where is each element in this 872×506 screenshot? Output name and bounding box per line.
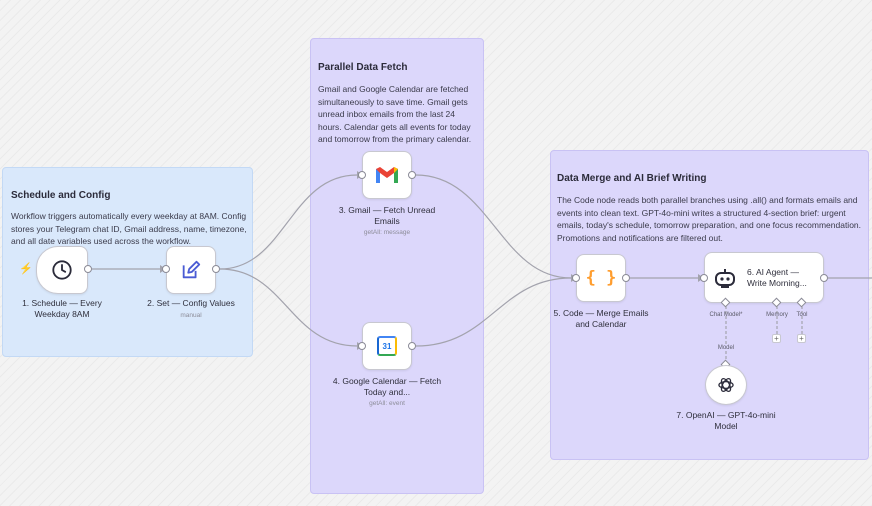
node-google-calendar[interactable]: 31 bbox=[362, 322, 412, 370]
model-edge-label: Model bbox=[708, 345, 744, 351]
node-sublabel: manual bbox=[180, 312, 202, 319]
add-memory-button[interactable]: + bbox=[772, 334, 781, 343]
node-code-merge[interactable]: { } bbox=[576, 254, 626, 302]
clock-icon bbox=[52, 260, 72, 280]
input-port[interactable] bbox=[700, 274, 708, 282]
trigger-bolt-icon: ⚡ bbox=[19, 263, 33, 275]
node-label: 6. AI Agent — Write Morning... bbox=[747, 266, 807, 288]
node-set-config[interactable] bbox=[166, 246, 216, 294]
output-port[interactable] bbox=[212, 265, 220, 273]
input-port[interactable] bbox=[358, 342, 366, 350]
output-port[interactable] bbox=[408, 342, 416, 350]
output-port[interactable] bbox=[622, 274, 630, 282]
output-port[interactable] bbox=[820, 274, 828, 282]
node-ai-agent[interactable]: 6. AI Agent — Write Morning... bbox=[704, 252, 824, 303]
chat-model-port-label: Chat Model* bbox=[709, 312, 743, 318]
node-label: 4. Google Calendar — Fetch Today and... bbox=[332, 376, 442, 397]
tool-port-label: Tool bbox=[796, 312, 808, 318]
node-gmail[interactable] bbox=[362, 151, 412, 199]
input-port[interactable] bbox=[358, 171, 366, 179]
output-port[interactable] bbox=[408, 171, 416, 179]
output-port[interactable] bbox=[84, 265, 92, 273]
node-openai-model[interactable] bbox=[705, 365, 747, 405]
code-braces-icon: { } bbox=[585, 268, 617, 288]
node-label: 1. Schedule — Every Weekday 8AM bbox=[22, 298, 102, 319]
add-tool-button[interactable]: + bbox=[797, 334, 806, 343]
node-sublabel: getAll: message bbox=[363, 229, 411, 236]
google-calendar-icon: 31 bbox=[377, 336, 397, 356]
input-port[interactable] bbox=[162, 265, 170, 273]
edge-gmail-code bbox=[415, 174, 572, 279]
robot-icon bbox=[715, 268, 735, 288]
openai-icon bbox=[718, 378, 734, 392]
gmail-icon bbox=[376, 167, 398, 183]
node-label: 7. OpenAI — GPT-4o-mini Model bbox=[676, 410, 776, 431]
node-schedule-trigger[interactable] bbox=[36, 246, 88, 294]
input-port[interactable] bbox=[572, 274, 580, 282]
edit-icon bbox=[182, 260, 201, 279]
workflow-canvas[interactable]: Schedule and Config Workflow triggers au… bbox=[0, 0, 872, 506]
node-label: 3. Gmail — Fetch Unread Emails bbox=[338, 205, 436, 226]
node-sublabel: getAll: event bbox=[369, 400, 405, 407]
node-label: 5. Code — Merge Emails and Calendar bbox=[553, 308, 649, 329]
node-label: 2. Set — Config Values bbox=[147, 298, 235, 308]
